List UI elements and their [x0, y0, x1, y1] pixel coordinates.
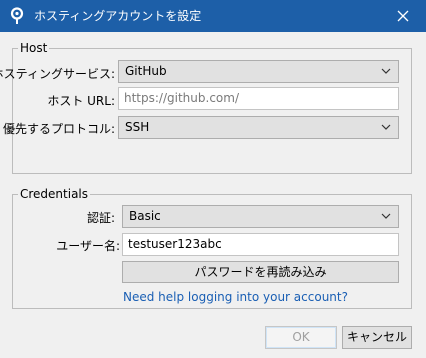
cancel-button[interactable]: キャンセル: [342, 326, 412, 349]
reload-password-button[interactable]: パスワードを再読み込み: [122, 261, 399, 283]
close-button[interactable]: [380, 0, 426, 32]
protocol-dropdown[interactable]: SSH: [118, 116, 399, 139]
host-legend: Host: [20, 41, 48, 55]
protocol-value: SSH: [125, 120, 150, 134]
auth-label: 認証:: [86, 211, 115, 225]
preferred-protocol-label: 優先するプロトコル:: [2, 122, 115, 136]
auth-value: Basic: [129, 209, 161, 223]
credentials-legend: Credentials: [20, 187, 89, 201]
username-label: ユーザー名:: [56, 239, 120, 253]
host-url-input[interactable]: https://github.com/: [118, 87, 399, 110]
username-input[interactable]: testuser123abc: [122, 233, 399, 256]
hosting-service-value: GitHub: [125, 64, 167, 78]
help-login-link[interactable]: Need help logging into your account?: [123, 290, 348, 304]
chevron-down-icon: [381, 124, 391, 130]
chevron-down-icon: [381, 213, 391, 219]
sourcetree-logo-icon: [10, 7, 24, 24]
hosting-service-label: ホスティングサービス:: [0, 67, 115, 81]
hosting-service-dropdown[interactable]: GitHub: [118, 60, 399, 83]
host-url-label: ホスト URL:: [47, 94, 115, 108]
ok-button[interactable]: OK: [265, 326, 337, 349]
dialog-body: Host ホスティングサービス: GitHub ホスト URL: https:/…: [0, 32, 426, 358]
window-title: ホスティングアカウントを設定: [34, 9, 202, 23]
chevron-down-icon: [381, 68, 391, 74]
title-bar: ホスティングアカウントを設定: [0, 0, 426, 32]
close-icon: [397, 10, 409, 22]
auth-dropdown[interactable]: Basic: [122, 205, 399, 228]
